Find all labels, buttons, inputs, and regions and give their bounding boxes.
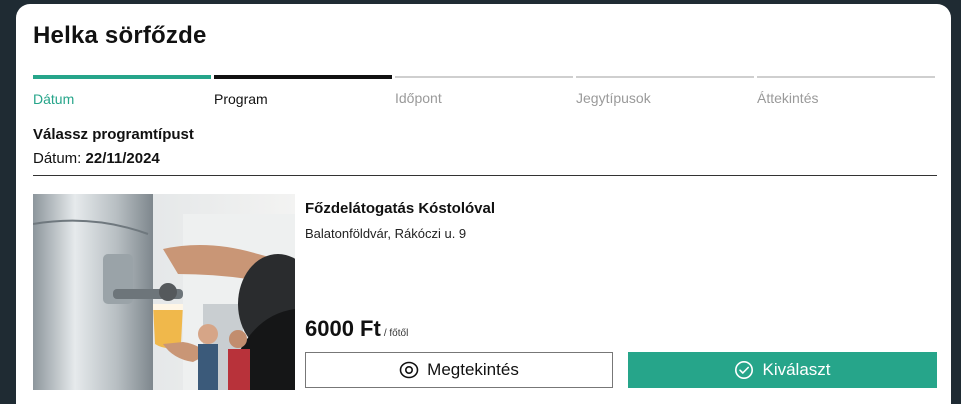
step-bar [395,76,573,78]
price-suffix: / főtől [383,328,409,339]
check-circle-icon [734,360,754,380]
step-label: Időpont [395,90,442,106]
price: 6000 Ft [305,316,381,341]
selected-date: Dátum: 22/11/2024 [33,150,160,167]
step-program[interactable]: Program [214,75,392,107]
step-jegytipusok: Jegytípusok [576,76,754,106]
step-label: Program [214,91,268,107]
program-address: Balatonföldvár, Rákóczi u. 9 [305,226,467,241]
program-photo [33,194,295,390]
section-title: Válassz programtípust [33,126,194,143]
date-label: Dátum: [33,150,82,167]
step-bar [33,75,211,79]
stepper: Dátum Program Időpont Jegytípusok Átteki… [33,75,936,107]
select-button-label: Kiválaszt [762,360,831,379]
view-button-label: Megtekintés [427,360,519,379]
select-button[interactable]: Kiválaszt [628,352,937,388]
step-bar [757,76,935,78]
step-bar [576,76,754,78]
step-idopont: Időpont [395,76,573,106]
step-label: Áttekintés [757,90,819,106]
view-button[interactable]: Megtekintés [305,352,613,388]
price-row: 6000 Ft / főtől [305,316,408,342]
step-label: Jegytípusok [576,90,651,106]
date-value: 22/11/2024 [85,150,160,167]
program-name: Főzdelátogatás Kóstolóval [305,200,496,217]
page-title: Helka sörfőzde [33,22,207,49]
divider [33,175,937,176]
step-datum[interactable]: Dátum [33,75,211,107]
step-attekintes: Áttekintés [757,76,935,106]
eye-icon [399,360,419,380]
step-bar [214,75,392,79]
step-label: Dátum [33,91,75,107]
booking-card: Helka sörfőzde Dátum Program Időpont Jeg… [16,4,951,404]
